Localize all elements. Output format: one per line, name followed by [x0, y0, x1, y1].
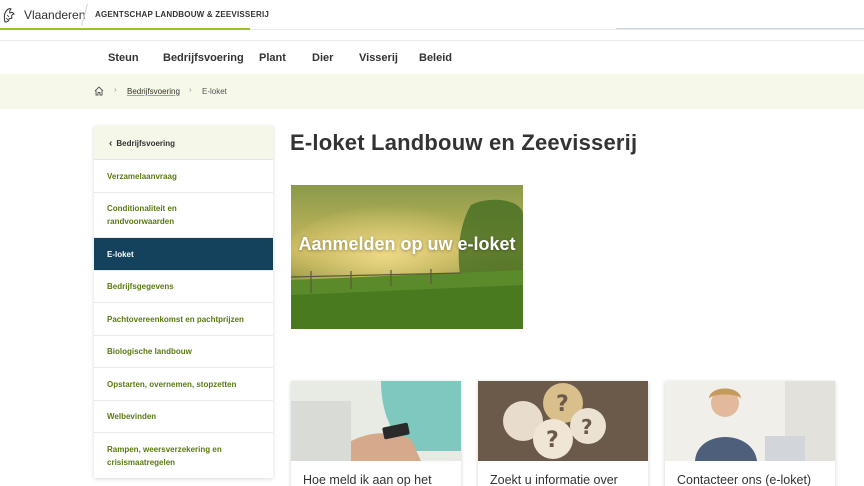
chevron-left-icon: ‹	[109, 138, 113, 149]
breadcrumb-link-bedrijfsvoering[interactable]: Bedrijfsvoering	[127, 87, 180, 96]
card-contacteer-ons[interactable]: Contacteer ons (e-loket)	[665, 381, 835, 486]
card-title: Contacteer ons (e-loket)	[677, 473, 812, 486]
sidebar-item-biologische-landbouw[interactable]: Biologische landbouw	[94, 336, 273, 368]
sidebar-item-opstarten[interactable]: Opstarten, overnemen, stopzetten	[94, 368, 273, 401]
sidebar-item-label: Opstarten, overnemen, stopzetten	[107, 379, 237, 389]
svg-text:?: ?	[581, 415, 593, 439]
nav-item-bedrijfsvoering[interactable]: Bedrijfsvoering	[163, 52, 244, 64]
top-header: Vlaanderen AGENTSCHAP LANDBOUW & ZEEVISS…	[0, 0, 864, 30]
agency-name[interactable]: AGENTSCHAP LANDBOUW & ZEEVISSERIJ	[95, 10, 269, 19]
card-zoekt-u-informatie[interactable]: ? ? ? Zoekt u informatie over	[478, 381, 648, 486]
svg-text:?: ?	[546, 428, 559, 453]
nav-item-plant[interactable]: Plant	[259, 52, 286, 64]
chevron-right-icon: ›	[189, 85, 192, 94]
contact-person-image	[665, 381, 835, 461]
header-accent-line	[0, 28, 250, 30]
sidebar-item-e-loket[interactable]: E-loket	[94, 238, 273, 271]
nav-item-visserij[interactable]: Visserij	[359, 52, 398, 64]
card-title: Zoekt u informatie over	[490, 473, 618, 486]
question-marks-image: ? ? ?	[478, 381, 648, 461]
sidebar-item-label: Bedrijfsgegevens	[107, 282, 174, 291]
brand-name[interactable]: Vlaanderen	[24, 8, 85, 22]
flemish-lion-logo[interactable]	[2, 6, 16, 24]
login-eloket-label: Aanmelden op uw e-loket	[298, 234, 516, 254]
sidebar-item-welbevinden[interactable]: Welbevinden	[94, 401, 273, 433]
sidebar-item-conditionaliteit[interactable]: Conditionaliteit en randvoorwaarden	[94, 193, 273, 238]
page-title: E-loket Landbouw en Zeevisserij	[290, 130, 638, 155]
breadcrumb-current: E-loket	[202, 87, 227, 96]
sidebar-item-label: E-loket	[107, 249, 134, 259]
phone-user-image	[291, 381, 461, 461]
search-field-underline[interactable]	[616, 28, 864, 29]
sidebar-back-label: Bedrijfsvoering	[116, 139, 176, 148]
nav-item-steun[interactable]: Steun	[108, 52, 139, 64]
nav-item-beleid[interactable]: Beleid	[419, 52, 452, 64]
sidebar-item-verzamelaanvraag[interactable]: Verzamelaanvraag	[94, 160, 273, 193]
meadow-image	[291, 185, 523, 329]
login-eloket-tile[interactable]: Aanmelden op uw e-loket	[291, 185, 523, 329]
chevron-right-icon: ›	[114, 85, 117, 94]
card-hoe-meld-ik-aan[interactable]: Hoe meld ik aan op het	[291, 381, 461, 486]
sidebar-item-rampen[interactable]: Rampen, weersverzekering en crisismaatre…	[94, 433, 273, 478]
nav-item-dier[interactable]: Dier	[312, 52, 333, 64]
sidebar-item-bedrijfsgegevens[interactable]: Bedrijfsgegevens	[94, 271, 273, 303]
main-navigation: Steun Bedrijfsvoering Plant Dier Visseri…	[0, 40, 864, 74]
sidebar-navigation: ‹ Bedrijfsvoering Verzamelaanvraag Condit…	[94, 126, 273, 478]
sidebar-item-label: Welbevinden	[107, 412, 157, 421]
sidebar-item-label: Biologische landbouw	[107, 347, 192, 356]
home-icon[interactable]	[94, 86, 104, 96]
sidebar-back-link[interactable]: ‹ Bedrijfsvoering	[94, 126, 273, 160]
sidebar-item-label: Rampen, weersverzekering en crisismaatre…	[107, 444, 222, 467]
card-title: Hoe meld ik aan op het	[303, 473, 432, 486]
sidebar-item-pachtovereenkomst[interactable]: Pachtovereenkomst en pachtprijzen	[94, 303, 273, 336]
svg-text:?: ?	[556, 392, 569, 417]
sidebar-item-label: Verzamelaanvraag	[107, 171, 177, 181]
sidebar-item-label: Pachtovereenkomst en pachtprijzen	[107, 314, 244, 324]
sidebar-item-label: Conditionaliteit en randvoorwaarden	[107, 204, 177, 226]
breadcrumb: › Bedrijfsvoering › E-loket	[0, 74, 864, 109]
